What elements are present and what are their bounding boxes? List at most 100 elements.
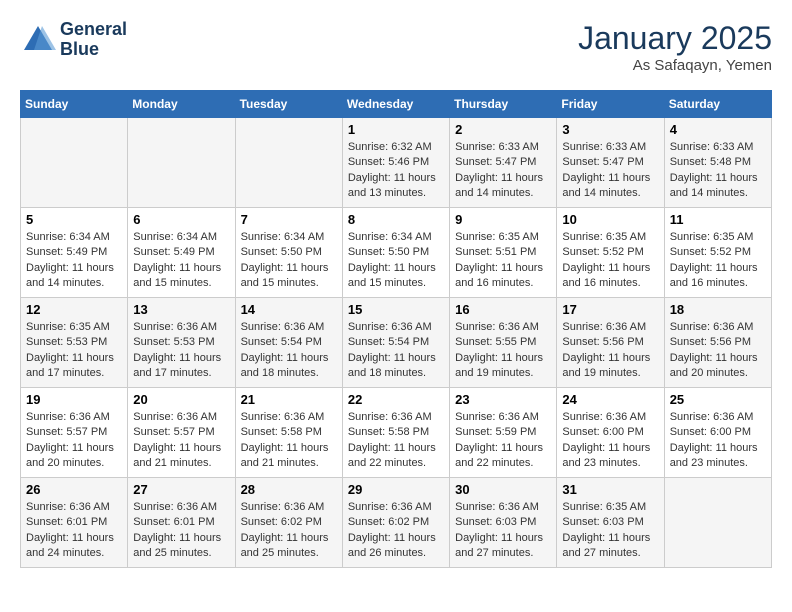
col-monday: Monday — [128, 91, 235, 118]
calendar-cell: 27 Sunrise: 6:36 AMSunset: 6:01 PMDayligh… — [128, 478, 235, 568]
day-number: 15 — [348, 302, 444, 317]
day-info: Sunrise: 6:34 AMSunset: 5:50 PMDaylight:… — [348, 230, 444, 292]
day-info: Sunrise: 6:36 AMSunset: 6:00 PMDaylight:… — [562, 410, 658, 472]
day-number: 4 — [670, 122, 766, 137]
day-info: Sunrise: 6:36 AMSunset: 5:54 PMDaylight:… — [348, 320, 444, 382]
day-info: Sunrise: 6:36 AMSunset: 5:56 PMDaylight:… — [670, 320, 766, 382]
col-sunday: Sunday — [21, 91, 128, 118]
day-info: Sunrise: 6:32 AMSunset: 5:46 PMDaylight:… — [348, 140, 444, 202]
day-info: Sunrise: 6:33 AMSunset: 5:48 PMDaylight:… — [670, 140, 766, 202]
day-info: Sunrise: 6:36 AMSunset: 5:55 PMDaylight:… — [455, 320, 551, 382]
calendar-cell: 12Sunrise: 6:35 AMSunset: 5:53 PMDayligh… — [21, 298, 128, 388]
calendar-cell: 25Sunrise: 6:36 AMSunset: 6:00 PMDayligh… — [664, 388, 771, 478]
col-tuesday: Tuesday — [235, 91, 342, 118]
calendar-cell: 13 Sunrise: 6:36 AMSunset: 5:53 PMDayligh… — [128, 298, 235, 388]
day-number: 23 — [455, 392, 551, 407]
day-number: 14 — [241, 302, 337, 317]
calendar-week-2: 5 Sunrise: 6:34 AMSunset: 5:49 PMDaylight… — [21, 208, 772, 298]
calendar-cell — [235, 118, 342, 208]
day-info: Sunrise: 6:36 AMSunset: 5:58 PMDaylight:… — [348, 410, 444, 472]
day-number: 2 — [455, 122, 551, 137]
day-info: Sunrise: 6:35 AMSunset: 6:03 PMDaylight:… — [562, 500, 658, 562]
day-info: Sunrise: 6:35 AMSunset: 5:51 PMDaylight:… — [455, 230, 551, 292]
calendar-cell: 22Sunrise: 6:36 AMSunset: 5:58 PMDayligh… — [342, 388, 449, 478]
col-thursday: Thursday — [450, 91, 557, 118]
day-number: 7 — [241, 212, 337, 227]
calendar-cell: 30 Sunrise: 6:36 AMSunset: 6:03 PMDayligh… — [450, 478, 557, 568]
day-number: 21 — [241, 392, 337, 407]
day-info: Sunrise: 6:33 AMSunset: 5:47 PMDaylight:… — [562, 140, 658, 202]
day-info: Sunrise: 6:34 AMSunset: 5:49 PMDaylight:… — [26, 230, 122, 292]
day-number: 29 — [348, 482, 444, 497]
day-info: Sunrise: 6:36 AMSunset: 5:57 PMDaylight:… — [133, 410, 229, 472]
day-number: 18 — [670, 302, 766, 317]
calendar-cell — [21, 118, 128, 208]
calendar-cell: 9 Sunrise: 6:35 AMSunset: 5:51 PMDaylight… — [450, 208, 557, 298]
day-info: Sunrise: 6:36 AMSunset: 6:02 PMDaylight:… — [241, 500, 337, 562]
day-number: 19 — [26, 392, 122, 407]
calendar-cell: 18 Sunrise: 6:36 AMSunset: 5:56 PMDayligh… — [664, 298, 771, 388]
day-info: Sunrise: 6:35 AMSunset: 5:52 PMDaylight:… — [562, 230, 658, 292]
day-number: 27 — [133, 482, 229, 497]
calendar-week-4: 19 Sunrise: 6:36 AMSunset: 5:57 PMDayligh… — [21, 388, 772, 478]
calendar-cell: 14 Sunrise: 6:36 AMSunset: 5:54 PMDayligh… — [235, 298, 342, 388]
logo: General Blue — [20, 20, 127, 60]
col-friday: Friday — [557, 91, 664, 118]
day-info: Sunrise: 6:34 AMSunset: 5:49 PMDaylight:… — [133, 230, 229, 292]
day-info: Sunrise: 6:36 AMSunset: 6:01 PMDaylight:… — [133, 500, 229, 562]
day-info: Sunrise: 6:35 AMSunset: 5:53 PMDaylight:… — [26, 320, 122, 382]
day-number: 13 — [133, 302, 229, 317]
day-number: 8 — [348, 212, 444, 227]
calendar-cell: 5 Sunrise: 6:34 AMSunset: 5:49 PMDaylight… — [21, 208, 128, 298]
calendar-cell: 10 Sunrise: 6:35 AMSunset: 5:52 PMDayligh… — [557, 208, 664, 298]
day-info: Sunrise: 6:33 AMSunset: 5:47 PMDaylight:… — [455, 140, 551, 202]
calendar-cell: 17Sunrise: 6:36 AMSunset: 5:56 PMDayligh… — [557, 298, 664, 388]
calendar-cell: 4 Sunrise: 6:33 AMSunset: 5:48 PMDaylight… — [664, 118, 771, 208]
calendar-cell: 26 Sunrise: 6:36 AMSunset: 6:01 PMDayligh… — [21, 478, 128, 568]
day-number: 10 — [562, 212, 658, 227]
day-info: Sunrise: 6:36 AMSunset: 5:59 PMDaylight:… — [455, 410, 551, 472]
day-info: Sunrise: 6:36 AMSunset: 6:03 PMDaylight:… — [455, 500, 551, 562]
day-number: 6 — [133, 212, 229, 227]
day-number: 31 — [562, 482, 658, 497]
day-info: Sunrise: 6:35 AMSunset: 5:52 PMDaylight:… — [670, 230, 766, 292]
day-number: 1 — [348, 122, 444, 137]
title-block: January 2025 As Safaqayn, Yemen — [578, 20, 772, 74]
day-number: 5 — [26, 212, 122, 227]
day-number: 17 — [562, 302, 658, 317]
calendar-cell: 15 Sunrise: 6:36 AMSunset: 5:54 PMDayligh… — [342, 298, 449, 388]
day-info: Sunrise: 6:36 AMSunset: 5:57 PMDaylight:… — [26, 410, 122, 472]
logo-icon — [20, 22, 56, 58]
month-year: January 2025 — [578, 20, 772, 57]
day-number: 16 — [455, 302, 551, 317]
calendar-cell: 21Sunrise: 6:36 AMSunset: 5:58 PMDayligh… — [235, 388, 342, 478]
calendar-cell — [664, 478, 771, 568]
day-number: 28 — [241, 482, 337, 497]
day-info: Sunrise: 6:36 AMSunset: 6:01 PMDaylight:… — [26, 500, 122, 562]
day-number: 24 — [562, 392, 658, 407]
col-saturday: Saturday — [664, 91, 771, 118]
calendar-cell: 29Sunrise: 6:36 AMSunset: 6:02 PMDayligh… — [342, 478, 449, 568]
calendar-cell: 6 Sunrise: 6:34 AMSunset: 5:49 PMDaylight… — [128, 208, 235, 298]
calendar-cell: 1 Sunrise: 6:32 AMSunset: 5:46 PMDaylight… — [342, 118, 449, 208]
day-info: Sunrise: 6:36 AMSunset: 5:54 PMDaylight:… — [241, 320, 337, 382]
calendar-cell: 23 Sunrise: 6:36 AMSunset: 5:59 PMDayligh… — [450, 388, 557, 478]
day-number: 25 — [670, 392, 766, 407]
calendar-cell: 3 Sunrise: 6:33 AMSunset: 5:47 PMDaylight… — [557, 118, 664, 208]
header-row: Sunday Monday Tuesday Wednesday Thursday… — [21, 91, 772, 118]
calendar-cell: 28 Sunrise: 6:36 AMSunset: 6:02 PMDayligh… — [235, 478, 342, 568]
location: As Safaqayn, Yemen — [578, 57, 772, 74]
calendar-cell: 2 Sunrise: 6:33 AMSunset: 5:47 PMDaylight… — [450, 118, 557, 208]
calendar-cell: 31 Sunrise: 6:35 AMSunset: 6:03 PMDayligh… — [557, 478, 664, 568]
day-number: 26 — [26, 482, 122, 497]
day-number: 3 — [562, 122, 658, 137]
calendar-cell: 24 Sunrise: 6:36 AMSunset: 6:00 PMDayligh… — [557, 388, 664, 478]
day-number: 20 — [133, 392, 229, 407]
day-number: 30 — [455, 482, 551, 497]
day-info: Sunrise: 6:36 AMSunset: 5:53 PMDaylight:… — [133, 320, 229, 382]
calendar-cell: 19 Sunrise: 6:36 AMSunset: 5:57 PMDayligh… — [21, 388, 128, 478]
calendar-cell: 11Sunrise: 6:35 AMSunset: 5:52 PMDayligh… — [664, 208, 771, 298]
day-number: 9 — [455, 212, 551, 227]
calendar-cell: 7Sunrise: 6:34 AMSunset: 5:50 PMDaylight… — [235, 208, 342, 298]
calendar-cell: 20 Sunrise: 6:36 AMSunset: 5:57 PMDayligh… — [128, 388, 235, 478]
